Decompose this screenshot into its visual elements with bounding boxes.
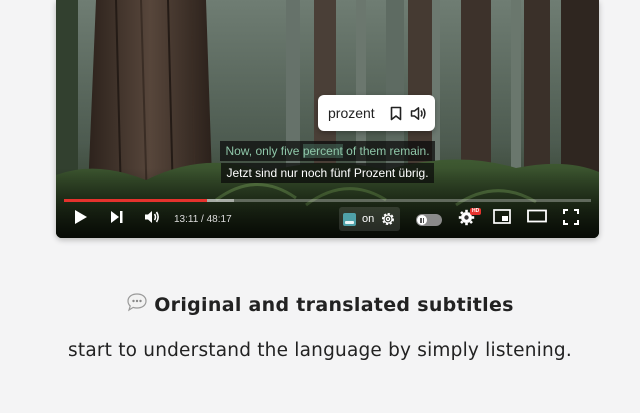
subtitle-translation[interactable]: Jetzt sind nur noch fünf Prozent übrig.	[221, 163, 434, 183]
theater-mode-icon[interactable]	[527, 209, 547, 223]
bookmark-icon[interactable]	[390, 106, 402, 121]
speaker-icon[interactable]	[410, 106, 427, 121]
speech-bubble-icon	[126, 292, 148, 317]
fullscreen-icon[interactable]	[563, 209, 579, 225]
volume-icon[interactable]	[144, 209, 161, 225]
progress-played	[64, 199, 208, 202]
subtitle-original-before: Now, only five	[225, 144, 303, 158]
autoplay-toggle[interactable]	[416, 214, 442, 226]
subtitle-settings-gear-icon[interactable]	[380, 211, 396, 227]
popup-word: prozent	[328, 105, 375, 121]
word-popup[interactable]: prozent	[318, 95, 435, 131]
play-icon[interactable]	[74, 209, 88, 225]
subtitle-language-icon	[343, 212, 356, 226]
feature-description: start to understand the language by simp…	[68, 340, 572, 361]
progress-bar[interactable]	[64, 199, 591, 202]
subtitle-highlighted-word[interactable]: percent	[302, 144, 343, 158]
subtitle-original[interactable]: Now, only five percent of them remain.	[220, 141, 435, 161]
progress-buffered	[207, 199, 234, 202]
feature-title: Original and translated subtitles	[0, 292, 640, 317]
next-icon[interactable]	[110, 209, 124, 225]
control-bar: 13:11 / 48:17 on HD	[56, 205, 599, 235]
feature-title-text: Original and translated subtitles	[154, 293, 514, 316]
subtitle-original-after: of them remain.	[342, 144, 430, 158]
time-display: 13:11 / 48:17	[174, 214, 232, 225]
miniplayer-icon[interactable]	[493, 209, 511, 224]
subtitles: Now, only five percent of them remain. J…	[56, 141, 599, 183]
hd-badge: HD	[470, 208, 482, 215]
video-player[interactable]: prozent Now, only five percent of them r…	[56, 0, 599, 238]
subtitle-toggle-label: on	[362, 213, 375, 225]
pause-icon	[417, 215, 427, 225]
